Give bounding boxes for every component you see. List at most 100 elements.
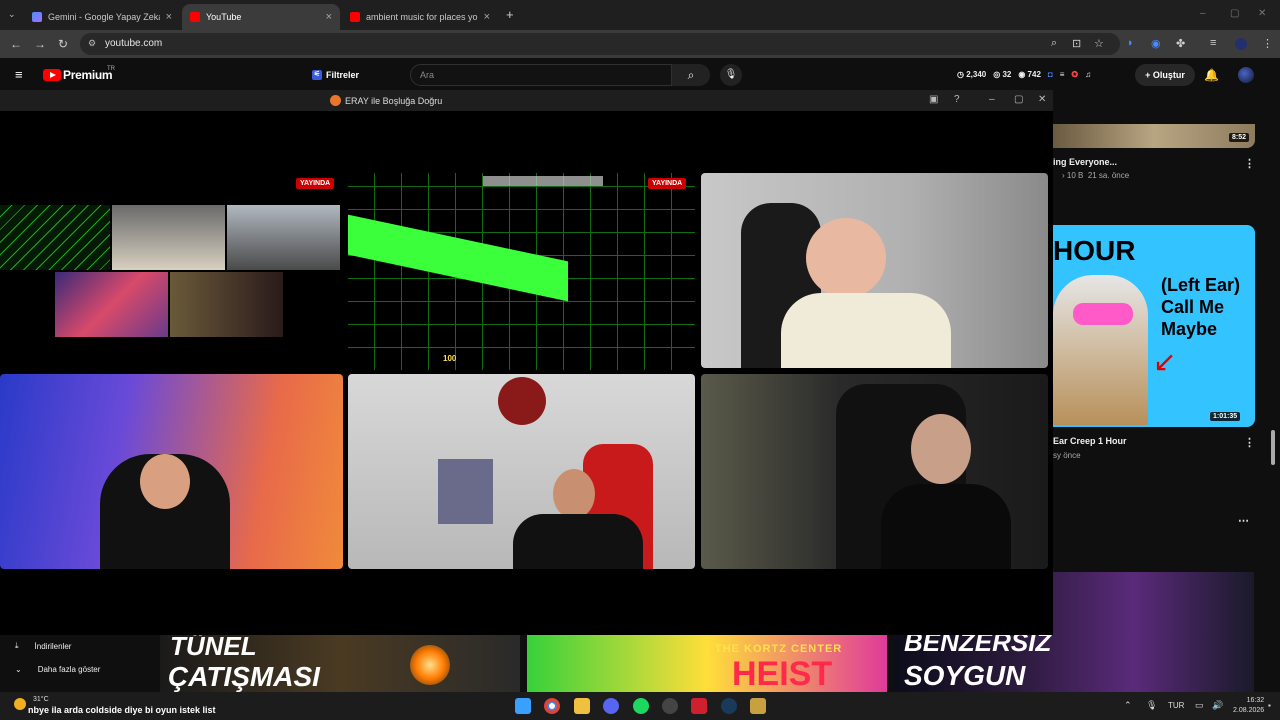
search-button[interactable]: ⌕: [672, 64, 710, 86]
maximize-icon[interactable]: ▢: [1014, 94, 1023, 105]
zoom-icon[interactable]: ⌕: [1051, 37, 1057, 50]
profile-avatar[interactable]: [1235, 38, 1247, 50]
more-options-icon[interactable]: ⋯: [1238, 514, 1249, 527]
stream-tile-webcam[interactable]: [701, 173, 1048, 368]
mosaic-cam: [227, 205, 340, 270]
gemini-icon: [32, 12, 42, 22]
extension-icon[interactable]: ✪: [1071, 70, 1078, 79]
list-icon[interactable]: ≡: [1060, 70, 1065, 79]
install-icon[interactable]: ⊡: [1072, 37, 1081, 50]
network-icon[interactable]: ▭: [1195, 700, 1204, 711]
weather-icon[interactable]: [14, 698, 26, 710]
obs-icon[interactable]: [662, 698, 678, 714]
more-options-icon[interactable]: ⋮: [1244, 436, 1255, 449]
avatar[interactable]: [1238, 67, 1254, 83]
forward-icon[interactable]: →: [34, 37, 46, 51]
new-tab-button[interactable]: +: [506, 7, 514, 22]
video-thumbnail[interactable]: THE KORTZ CENTER HEIST: [527, 635, 887, 692]
minimize-icon[interactable]: –: [1200, 8, 1206, 19]
video-thumbnail[interactable]: HOUR (Left Ear) Call Me Maybe ↙: [1053, 225, 1255, 427]
hamburger-menu-icon[interactable]: ≡: [15, 67, 23, 82]
stream-tile-mosaic[interactable]: YAYINDA: [0, 173, 343, 370]
omnibox[interactable]: [80, 33, 1120, 55]
close-icon[interactable]: ✕: [1038, 94, 1046, 105]
tab-ambient-music[interactable]: ambient music for places you s ×: [342, 4, 498, 30]
windows-start-icon[interactable]: [515, 698, 531, 714]
tab-youtube[interactable]: YouTube ×: [182, 4, 340, 30]
close-window-icon[interactable]: ✕: [1258, 8, 1266, 19]
scrollbar-thumb[interactable]: [1271, 430, 1275, 465]
filters-button[interactable]: ⚟ Filtreler: [312, 70, 359, 80]
media-icon[interactable]: ≡: [1210, 37, 1216, 49]
nav-item-downloads[interactable]: ⤓ İndirilenler: [15, 641, 71, 651]
mosaic-cam: [112, 205, 225, 270]
arrow-icon: ↙: [1153, 346, 1177, 377]
url-text[interactable]: youtube.com: [105, 38, 162, 49]
create-button[interactable]: + Oluştur: [1135, 64, 1195, 86]
youtube-icon: [190, 12, 200, 22]
hud-number: 100: [443, 354, 457, 363]
live-badge: YAYINDA: [648, 178, 687, 189]
streamer-head: [911, 414, 971, 484]
close-icon[interactable]: ×: [484, 11, 490, 23]
video-title[interactable]: Ear Creep 1 Hour: [1053, 436, 1127, 446]
youtube-premium-logo[interactable]: Premium: [63, 68, 113, 82]
video-title[interactable]: ing Everyone...: [1053, 157, 1117, 167]
tray-chevron-icon[interactable]: ⌃: [1124, 700, 1132, 711]
youtube-logo-icon[interactable]: [43, 69, 61, 81]
folder-icon[interactable]: [574, 698, 590, 714]
close-icon[interactable]: ×: [166, 11, 172, 23]
search-input[interactable]: [410, 64, 672, 86]
tab-search-icon[interactable]: ⌄: [8, 9, 16, 20]
voice-search-button[interactable]: 🎙: [720, 64, 742, 86]
thumb-text: SOYGUN: [904, 660, 1026, 691]
streamer-shirt: [781, 293, 951, 368]
more-options-icon[interactable]: ⋮: [1244, 157, 1255, 170]
site-info-icon[interactable]: ⚙: [88, 38, 96, 49]
spotify-icon[interactable]: [633, 698, 649, 714]
extensions-puzzle-icon[interactable]: ✤: [1176, 37, 1185, 50]
extension-icon[interactable]: ◘: [1048, 70, 1053, 79]
notification-small-icon[interactable]: ♫: [1085, 70, 1091, 79]
live-badge: YAYINDA: [296, 178, 335, 189]
thumb-text: HOUR: [1053, 235, 1136, 266]
stream-tile-webcam[interactable]: [348, 374, 695, 569]
cast-icon[interactable]: ▣: [929, 94, 938, 105]
chrome-icon[interactable]: [544, 698, 560, 714]
discord-icon[interactable]: [603, 698, 619, 714]
stream-tile-webcam[interactable]: [0, 374, 343, 569]
stat-views: ◉ 742: [1018, 70, 1041, 79]
steam-icon[interactable]: [721, 698, 737, 714]
reload-icon[interactable]: ↻: [58, 37, 68, 51]
stream-tile-game[interactable]: 100 YAYINDA: [348, 173, 695, 370]
close-icon[interactable]: ×: [326, 11, 332, 23]
app-icon[interactable]: [691, 698, 707, 714]
clock[interactable]: 16:32 2.08.2026: [1233, 696, 1264, 716]
stream-tile-webcam[interactable]: [701, 374, 1048, 569]
video-thumbnail[interactable]: [1053, 124, 1255, 148]
nav-item-show-more[interactable]: ⌄ Daha fazla göster: [15, 665, 100, 674]
extension-icon[interactable]: ◉: [1151, 37, 1161, 50]
extension-icon[interactable]: ◗: [1127, 37, 1134, 49]
microphone-icon: 🎙: [724, 69, 738, 80]
back-icon[interactable]: ←: [10, 37, 22, 51]
microphone-icon[interactable]: 🎙: [1146, 700, 1157, 711]
sunglasses: [1073, 303, 1133, 325]
notification-center-icon[interactable]: ▪: [1268, 701, 1271, 710]
video-thumbnail[interactable]: TÜNEL ÇATIŞMASI: [160, 635, 520, 692]
minimize-icon[interactable]: –: [989, 94, 995, 105]
restore-icon[interactable]: ▢: [1230, 8, 1239, 19]
menu-dots-icon[interactable]: ⋮: [1262, 37, 1273, 50]
taskbar: 31°C nbye ila arda coldside diye bi oyun…: [0, 692, 1280, 720]
tab-gemini[interactable]: Gemini - Google Yapay Zeka'ya ×: [24, 4, 180, 30]
language-indicator[interactable]: TUR: [1168, 701, 1184, 710]
popup-titlebar[interactable]: ERAY ile Boşluğa Doğru ▣ ? – ▢ ✕: [0, 90, 1053, 111]
extension-stats: ◷ 2,340 ◎ 32 ◉ 742 ◘ ≡ ✪ ♫: [957, 70, 1091, 79]
notifications-bell-icon[interactable]: 🔔: [1204, 68, 1219, 82]
video-views: › 10 B 21 sa. önce: [1062, 171, 1130, 180]
help-icon[interactable]: ?: [954, 94, 960, 105]
mosaic-cam: [55, 272, 168, 337]
bookmark-star-icon[interactable]: ☆: [1094, 37, 1104, 50]
volume-icon[interactable]: 🔊: [1212, 700, 1223, 711]
league-icon[interactable]: [750, 698, 766, 714]
